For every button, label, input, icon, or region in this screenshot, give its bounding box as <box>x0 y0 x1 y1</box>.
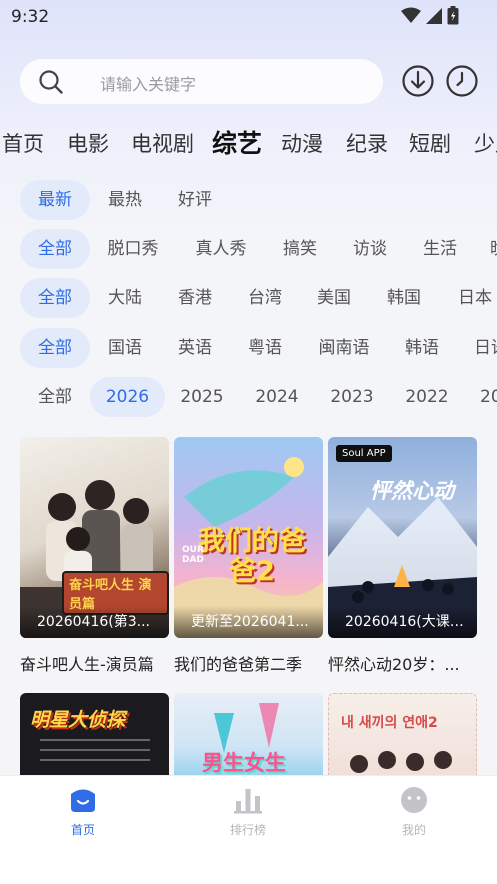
filter-row-genre: 全部 脱口秀 真人秀 搞笑 访谈 生活 晚会 <box>0 229 497 269</box>
filter-year-chip[interactable]: 2024 <box>240 377 314 417</box>
bottom-nav: 首页 排行榜 我的 <box>0 775 497 884</box>
filter-sort-chip[interactable]: 最新 <box>20 180 90 220</box>
tab-kids[interactable]: 少儿 <box>474 128 497 158</box>
filter-region-chip[interactable]: 大陆 <box>90 278 160 318</box>
filter-year-chip[interactable]: 全部 <box>20 377 90 417</box>
filter-region-chip[interactable]: 美国 <box>299 278 369 318</box>
filter-language-chip[interactable]: 粤语 <box>230 328 300 368</box>
poster-logo: 明星大侦探 <box>30 709 126 731</box>
tab-movie[interactable]: 电影 <box>67 128 109 158</box>
category-tabs: 首页 电影 电视剧 综艺 动漫 纪录 短剧 少儿 <box>0 124 497 160</box>
status-bar: 9:32 <box>0 0 497 34</box>
filter-genre-chip[interactable]: 全部 <box>20 229 90 269</box>
poster-image: 我们的爸爸2 OUR DAD 更新至2026041... <box>174 437 323 638</box>
battery-icon <box>447 6 459 25</box>
video-card[interactable]: 明星大侦探 <box>20 693 169 783</box>
tab-tv-series[interactable]: 电视剧 <box>131 128 194 158</box>
nav-label-profile: 我的 <box>401 823 426 837</box>
filter-sort-chip[interactable]: 最热 <box>90 180 160 220</box>
poster-caption: 20260416(第3... <box>20 606 169 638</box>
filter-year-chip[interactable]: 2025 <box>165 377 239 417</box>
nav-item-home[interactable]: 首页 <box>43 786 123 838</box>
filter-year-chip[interactable]: 2023 <box>315 377 389 417</box>
filter-row-sort: 最新 最热 好评 <box>0 180 497 220</box>
filter-region-chip[interactable]: 台湾 <box>230 278 300 318</box>
poster-logo-sub: OUR DAD <box>182 545 204 565</box>
filter-year-chip[interactable]: 2022 <box>390 377 464 417</box>
video-title: 我们的爸爸第二季 <box>174 655 303 674</box>
filter-year-chip[interactable]: 2021 <box>480 377 497 417</box>
filter-language-chip[interactable]: 韩语 <box>387 328 457 368</box>
filter-language-chip[interactable]: 全部 <box>20 328 90 368</box>
filter-language-chip[interactable]: 国语 <box>90 328 160 368</box>
poster-logo: 男生女生 <box>202 751 286 775</box>
ranking-icon <box>234 789 262 814</box>
tab-short-drama[interactable]: 短剧 <box>409 128 451 158</box>
filter-row-language: 全部 国语 英语 粤语 闽南语 韩语 日语 <box>0 328 497 368</box>
signal-icon <box>426 7 442 24</box>
filter-region-chip[interactable]: 香港 <box>160 278 230 318</box>
filter-language-chip[interactable]: 闽南语 <box>308 328 380 368</box>
nav-item-ranking[interactable]: 排行榜 <box>208 786 288 838</box>
filter-region-chip[interactable]: 全部 <box>20 278 90 318</box>
wifi-icon <box>401 7 421 23</box>
filter-region-chip[interactable]: 韩国 <box>369 278 439 318</box>
filter-genre-chip[interactable]: 生活 <box>405 229 475 269</box>
filter-row-year: 全部 2026 2025 2024 2023 2022 2021 <box>0 377 497 417</box>
search-input[interactable]: 请输入关键字 <box>20 59 383 104</box>
filter-genre-chip[interactable]: 访谈 <box>335 229 405 269</box>
search-icon <box>39 70 63 94</box>
filter-genre-chip[interactable]: 晚会 <box>490 229 497 269</box>
video-title: 奋斗吧人生-演员篇 <box>20 655 154 674</box>
poster-caption: 20260416(大课间) <box>328 606 477 638</box>
poster-badge: Soul APP <box>336 445 392 462</box>
tab-home[interactable]: 首页 <box>2 128 44 158</box>
filter-genre-chip[interactable]: 搞笑 <box>265 229 335 269</box>
nav-label-ranking: 排行榜 <box>229 823 266 837</box>
poster-image: 怦然心动 Soul APP 20260416(大课间) <box>328 437 477 638</box>
status-time: 9:32 <box>11 7 50 27</box>
nav-item-profile[interactable]: 我的 <box>374 786 454 838</box>
filter-year-chip[interactable]: 2026 <box>90 377 165 417</box>
video-card[interactable]: 男生女生 <box>174 693 323 783</box>
poster-caption: 更新至2026041... <box>174 606 323 638</box>
filter-sort-chip[interactable]: 好评 <box>160 180 230 220</box>
tab-variety[interactable]: 综艺 <box>212 124 262 160</box>
filter-row-region: 全部 大陆 香港 台湾 美国 韩国 日本 <box>0 278 497 318</box>
poster-logo: 怦然心动 <box>370 479 454 503</box>
filter-genre-chip[interactable]: 真人秀 <box>185 229 257 269</box>
video-title: 怦然心动20岁：... <box>328 655 460 674</box>
search-placeholder: 请输入关键字 <box>100 75 197 94</box>
poster-image: 奋斗吧人生 演员篇 20260416(第3... <box>20 437 169 638</box>
filter-language-chip[interactable]: 英语 <box>160 328 230 368</box>
home-icon <box>71 789 95 812</box>
poster-logo: 我们的爸爸2 <box>198 526 306 587</box>
nav-label-home: 首页 <box>70 823 95 837</box>
history-clock-icon[interactable] <box>445 64 479 98</box>
filter-genre-chip[interactable]: 脱口秀 <box>97 229 169 269</box>
download-icon[interactable] <box>401 64 435 98</box>
profile-icon <box>401 787 427 813</box>
filter-language-chip[interactable]: 日语 <box>474 328 497 368</box>
tab-documentary[interactable]: 纪录 <box>346 128 388 158</box>
status-icons <box>401 6 459 25</box>
video-card[interactable]: 내 새끼의 연애2 <box>328 693 477 783</box>
filter-region-chip[interactable]: 日本 <box>440 278 497 318</box>
tab-anime[interactable]: 动漫 <box>281 128 323 158</box>
